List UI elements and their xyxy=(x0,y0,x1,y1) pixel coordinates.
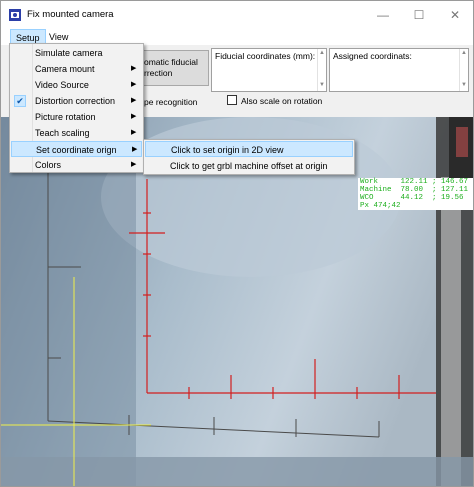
fiducial-coordinates-label: Fiducial coordinates (mm): xyxy=(215,51,316,61)
menu-item-label: Click to set origin in 2D view xyxy=(171,145,284,155)
scroll-down-icon: ▼ xyxy=(319,82,325,88)
title-bar: Fix mounted camera — ☐ ✕ xyxy=(1,1,473,29)
menu-colors[interactable]: Colors ▶ xyxy=(11,157,142,173)
maximize-button[interactable]: ☐ xyxy=(401,1,437,29)
submenu-arrow-icon: ▶ xyxy=(131,161,137,168)
menu-set-coordinate-origin[interactable]: Set coordinate orign ▶ xyxy=(11,141,142,157)
window-title: Fix mounted camera xyxy=(27,9,114,20)
automatic-fiducial-correction-button[interactable]: omatic fiducial rrection xyxy=(139,50,209,86)
app-icon xyxy=(9,9,21,21)
submenu-arrow-icon: ▶ xyxy=(131,129,137,136)
scale-on-rotation-checkbox[interactable] xyxy=(227,95,237,105)
minimize-button[interactable]: — xyxy=(365,1,401,29)
submenu-arrow-icon: ▶ xyxy=(131,113,137,120)
assigned-coordinates-label: Assigned coordinats: xyxy=(333,51,412,61)
menu-item-label: Camera mount xyxy=(35,64,95,74)
scale-on-rotation-label[interactable]: Also scale on rotation xyxy=(241,96,322,106)
readout-wco: WCO 44.12 ; 19.56 xyxy=(360,194,464,202)
menu-item-label: Click to get grbl machine offset at orig… xyxy=(170,161,328,171)
menu-item-label: Simulate camera xyxy=(35,48,103,58)
fiducial-button-line2: rrection xyxy=(144,68,173,78)
menu-set-origin-2d-view[interactable]: Click to set origin in 2D view xyxy=(145,141,353,157)
fiducial-coordinates-box[interactable]: Fiducial coordinates (mm): ▲ ▼ xyxy=(211,48,327,92)
coordinate-origin-submenu: Click to set origin in 2D view Click to … xyxy=(143,139,355,175)
scroll-up-icon: ▲ xyxy=(319,50,325,56)
submenu-arrow-icon: ▶ xyxy=(131,97,137,104)
close-button[interactable]: ✕ xyxy=(437,1,473,29)
menu-item-label: Teach scaling xyxy=(35,128,90,138)
menu-teach-scaling[interactable]: Teach scaling ▶ xyxy=(11,125,142,141)
submenu-arrow-icon: ▶ xyxy=(132,146,138,153)
submenu-arrow-icon: ▶ xyxy=(131,65,137,72)
fiducial-button-line1: omatic fiducial xyxy=(144,57,198,67)
scroll-up-icon: ▲ xyxy=(461,50,467,56)
fiducial-scrollbar[interactable]: ▲ ▼ xyxy=(317,49,326,91)
menu-item-label: Picture rotation xyxy=(35,112,96,122)
menu-item-label: Distortion correction xyxy=(35,96,116,106)
assigned-coordinates-box[interactable]: Assigned coordinats: ▲ ▼ xyxy=(329,48,469,92)
menu-item-label: Video Source xyxy=(35,80,89,90)
menu-get-grbl-offset[interactable]: Click to get grbl machine offset at orig… xyxy=(145,158,353,174)
checkmark-icon: ✔ xyxy=(14,95,26,107)
assigned-scrollbar[interactable]: ▲ ▼ xyxy=(459,49,468,91)
menu-item-label: Set coordinate orign xyxy=(36,145,117,155)
menu-camera-mount[interactable]: Camera mount ▶ xyxy=(11,61,142,77)
menu-item-label: Colors xyxy=(35,160,62,170)
menu-distortion-correction[interactable]: ✔ Distortion correction ▶ xyxy=(11,93,142,109)
readout-work: Work 122.11 ; 146.67 xyxy=(360,178,469,186)
menu-video-source[interactable]: Video Source ▶ xyxy=(11,77,142,93)
readout-machine: Machine 78.00 ; 127.11 xyxy=(360,186,469,194)
readout-px: Px 474;42 xyxy=(360,202,401,210)
main-window: Fix mounted camera — ☐ ✕ Setup View omat… xyxy=(0,0,474,487)
menu-picture-rotation[interactable]: Picture rotation ▶ xyxy=(11,109,142,125)
setup-menu-dropdown: Simulate camera Camera mount ▶ Video Sou… xyxy=(9,43,144,173)
scroll-down-icon: ▼ xyxy=(461,82,467,88)
shape-recognition-label[interactable]: pe recognition xyxy=(144,97,197,107)
menu-simulate-camera[interactable]: Simulate camera xyxy=(11,45,142,61)
submenu-arrow-icon: ▶ xyxy=(131,81,137,88)
coordinate-readout: Work 122.11 ; 146.67 Machine 78.00 ; 127… xyxy=(358,178,473,210)
